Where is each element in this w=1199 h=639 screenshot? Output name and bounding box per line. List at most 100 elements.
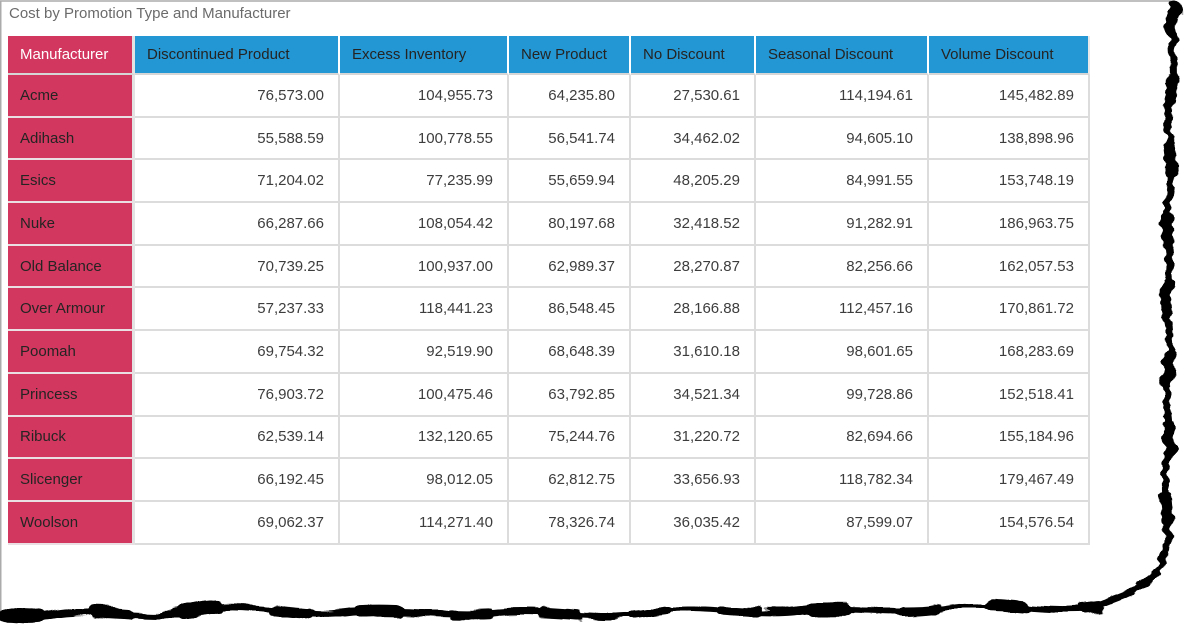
cell-seasonal-discount: 112,457.16 bbox=[756, 288, 929, 332]
cell-new-product: 63,792.85 bbox=[509, 373, 631, 417]
row-header-manufacturer: Old Balance bbox=[8, 245, 135, 289]
cell-excess-inventory: 132,120.65 bbox=[340, 416, 509, 460]
cost-matrix-table: Manufacturer Discontinued Product Excess… bbox=[8, 36, 1090, 545]
cell-seasonal-discount: 87,599.07 bbox=[756, 501, 929, 545]
cell-seasonal-discount: 114,194.61 bbox=[756, 75, 929, 118]
cell-volume-discount: 152,518.41 bbox=[929, 373, 1090, 417]
visual-title: Cost by Promotion Type and Manufacturer bbox=[9, 5, 291, 22]
cell-seasonal-discount: 82,256.66 bbox=[756, 245, 929, 289]
cell-volume-discount: 153,748.19 bbox=[929, 160, 1090, 204]
row-header-manufacturer: Woolson bbox=[8, 501, 135, 545]
cell-no-discount: 32,418.52 bbox=[631, 203, 756, 246]
column-header[interactable]: Discontinued Product bbox=[135, 36, 340, 75]
row-header-manufacturer: Acme bbox=[8, 75, 135, 118]
table-row: Woolson 69,062.37 114,271.40 78,326.74 3… bbox=[8, 501, 1090, 545]
column-header[interactable]: Seasonal Discount bbox=[756, 36, 929, 75]
table-row: Acme 76,573.00 104,955.73 64,235.80 27,5… bbox=[8, 75, 1090, 118]
cell-excess-inventory: 108,054.42 bbox=[340, 203, 509, 246]
column-header[interactable]: New Product bbox=[509, 36, 631, 75]
cell-volume-discount: 154,576.54 bbox=[929, 501, 1090, 545]
table-visual-screenshot: Cost by Promotion Type and Manufacturer … bbox=[0, 0, 1199, 639]
cell-discontinued-product: 76,573.00 bbox=[135, 75, 340, 118]
cell-seasonal-discount: 94,605.10 bbox=[756, 117, 929, 161]
cell-no-discount: 28,166.88 bbox=[631, 288, 756, 332]
cell-new-product: 56,541.74 bbox=[509, 117, 631, 161]
cell-new-product: 75,244.76 bbox=[509, 416, 631, 460]
cell-no-discount: 34,521.34 bbox=[631, 373, 756, 417]
cell-excess-inventory: 100,937.00 bbox=[340, 245, 509, 289]
cell-discontinued-product: 55,588.59 bbox=[135, 117, 340, 161]
cell-no-discount: 34,462.02 bbox=[631, 117, 756, 161]
cell-excess-inventory: 100,778.55 bbox=[340, 117, 509, 161]
cell-seasonal-discount: 91,282.91 bbox=[756, 203, 929, 246]
cell-excess-inventory: 77,235.99 bbox=[340, 160, 509, 204]
cell-volume-discount: 155,184.96 bbox=[929, 416, 1090, 460]
table-row: Princess 76,903.72 100,475.46 63,792.85 … bbox=[8, 373, 1090, 417]
cell-no-discount: 31,610.18 bbox=[631, 331, 756, 374]
row-header-manufacturer: Slicenger bbox=[8, 459, 135, 502]
cell-new-product: 55,659.94 bbox=[509, 160, 631, 204]
cell-discontinued-product: 70,739.25 bbox=[135, 245, 340, 289]
column-header[interactable]: Volume Discount bbox=[929, 36, 1090, 75]
row-header-manufacturer: Ribuck bbox=[8, 416, 135, 460]
cell-volume-discount: 186,963.75 bbox=[929, 203, 1090, 246]
cell-no-discount: 31,220.72 bbox=[631, 416, 756, 460]
cell-excess-inventory: 92,519.90 bbox=[340, 331, 509, 374]
table-row: Old Balance 70,739.25 100,937.00 62,989.… bbox=[8, 245, 1090, 289]
cell-discontinued-product: 76,903.72 bbox=[135, 373, 340, 417]
cell-no-discount: 33,656.93 bbox=[631, 459, 756, 502]
cell-new-product: 80,197.68 bbox=[509, 203, 631, 246]
row-header-manufacturer: Poomah bbox=[8, 331, 135, 374]
row-header-manufacturer: Princess bbox=[8, 373, 135, 417]
cell-discontinued-product: 57,237.33 bbox=[135, 288, 340, 332]
cell-new-product: 78,326.74 bbox=[509, 501, 631, 545]
cell-new-product: 64,235.80 bbox=[509, 75, 631, 118]
row-header-manufacturer: Nuke bbox=[8, 203, 135, 246]
table-row: Over Armour 57,237.33 118,441.23 86,548.… bbox=[8, 288, 1090, 332]
cell-discontinued-product: 62,539.14 bbox=[135, 416, 340, 460]
cell-seasonal-discount: 98,601.65 bbox=[756, 331, 929, 374]
cell-excess-inventory: 100,475.46 bbox=[340, 373, 509, 417]
cell-seasonal-discount: 82,694.66 bbox=[756, 416, 929, 460]
cell-seasonal-discount: 84,991.55 bbox=[756, 160, 929, 204]
cell-volume-discount: 179,467.49 bbox=[929, 459, 1090, 502]
cell-discontinued-product: 66,192.45 bbox=[135, 459, 340, 502]
cell-excess-inventory: 98,012.05 bbox=[340, 459, 509, 502]
cell-excess-inventory: 104,955.73 bbox=[340, 75, 509, 118]
cell-new-product: 62,989.37 bbox=[509, 245, 631, 289]
header-row: Manufacturer Discontinued Product Excess… bbox=[8, 36, 1090, 75]
column-header[interactable]: Excess Inventory bbox=[340, 36, 509, 75]
cell-discontinued-product: 69,754.32 bbox=[135, 331, 340, 374]
table-row: Slicenger 66,192.45 98,012.05 62,812.75 … bbox=[8, 459, 1090, 502]
table-row: Poomah 69,754.32 92,519.90 68,648.39 31,… bbox=[8, 331, 1090, 374]
column-header[interactable]: Manufacturer bbox=[8, 36, 135, 75]
table-header: Manufacturer Discontinued Product Excess… bbox=[8, 36, 1090, 75]
cell-volume-discount: 162,057.53 bbox=[929, 245, 1090, 289]
cell-new-product: 86,548.45 bbox=[509, 288, 631, 332]
cell-no-discount: 36,035.42 bbox=[631, 501, 756, 545]
cell-no-discount: 27,530.61 bbox=[631, 75, 756, 118]
table-row: Adihash 55,588.59 100,778.55 56,541.74 3… bbox=[8, 117, 1090, 161]
cell-discontinued-product: 66,287.66 bbox=[135, 203, 340, 246]
cell-volume-discount: 170,861.72 bbox=[929, 288, 1090, 332]
row-header-manufacturer: Esics bbox=[8, 160, 135, 204]
cell-excess-inventory: 118,441.23 bbox=[340, 288, 509, 332]
cell-no-discount: 48,205.29 bbox=[631, 160, 756, 204]
table-row: Nuke 66,287.66 108,054.42 80,197.68 32,4… bbox=[8, 203, 1090, 246]
column-header[interactable]: No Discount bbox=[631, 36, 756, 75]
cell-seasonal-discount: 99,728.86 bbox=[756, 373, 929, 417]
cell-discontinued-product: 69,062.37 bbox=[135, 501, 340, 545]
table-row: Ribuck 62,539.14 132,120.65 75,244.76 31… bbox=[8, 416, 1090, 460]
cell-no-discount: 28,270.87 bbox=[631, 245, 756, 289]
cell-volume-discount: 145,482.89 bbox=[929, 75, 1090, 118]
cell-new-product: 62,812.75 bbox=[509, 459, 631, 502]
cell-volume-discount: 168,283.69 bbox=[929, 331, 1090, 374]
cell-volume-discount: 138,898.96 bbox=[929, 117, 1090, 161]
cell-discontinued-product: 71,204.02 bbox=[135, 160, 340, 204]
table-row: Esics 71,204.02 77,235.99 55,659.94 48,2… bbox=[8, 160, 1090, 204]
row-header-manufacturer: Over Armour bbox=[8, 288, 135, 332]
cell-new-product: 68,648.39 bbox=[509, 331, 631, 374]
cell-excess-inventory: 114,271.40 bbox=[340, 501, 509, 545]
cell-seasonal-discount: 118,782.34 bbox=[756, 459, 929, 502]
table-body: Acme 76,573.00 104,955.73 64,235.80 27,5… bbox=[8, 75, 1090, 545]
